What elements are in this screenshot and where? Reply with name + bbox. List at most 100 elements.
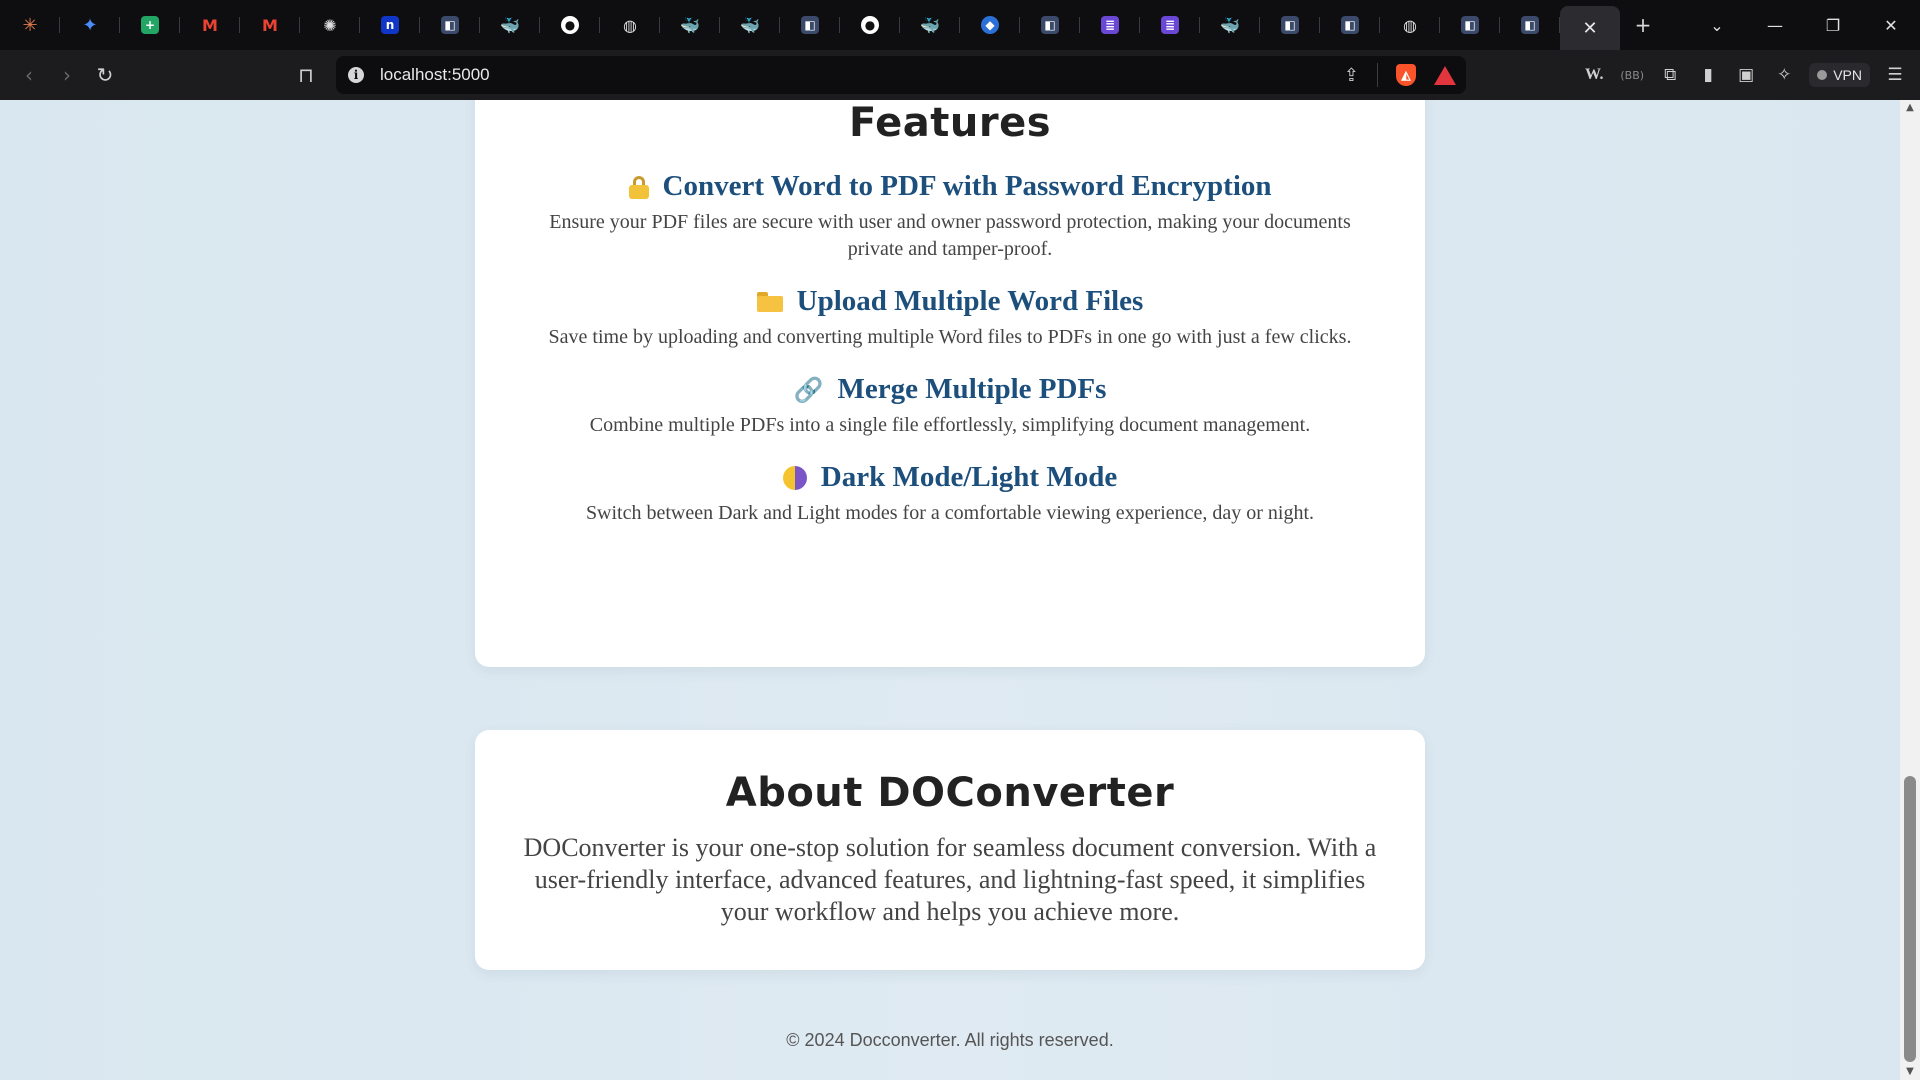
forward-icon[interactable]: ›: [48, 63, 86, 87]
page-icon: ◧: [1281, 16, 1299, 34]
brave-rewards-icon[interactable]: [1434, 65, 1456, 85]
list-icon: ≣: [1101, 16, 1119, 34]
window-controls: ⌄ — ❐ ✕: [1688, 0, 1920, 50]
tab-strip: ✳ ✦ + M M ✺ n ◧ 🐳 ● ◍ 🐳 🐳 ◧ ● 🐳 ◆ ◧ ≣ ≣ 🐳 ◧ ◧ ◍ ◧ ◧ ✕ + ⌄ — ❐ ✕: [0, 0, 1920, 50]
feature-title-text: Merge Multiple PDFs: [837, 373, 1107, 405]
page-icon: ◧: [1461, 16, 1479, 34]
browser-tab[interactable]: ◆: [960, 0, 1020, 50]
extension-bb-icon[interactable]: (BB): [1613, 69, 1651, 82]
menu-icon[interactable]: ☰: [1876, 65, 1914, 85]
browser-tab[interactable]: ◍: [600, 0, 660, 50]
docker-icon: 🐳: [1220, 15, 1240, 35]
extensions-puzzle-icon[interactable]: ⧉: [1651, 65, 1689, 85]
browser-tab[interactable]: ◧: [420, 0, 480, 50]
page-icon: ◧: [1041, 16, 1059, 34]
leo-ai-icon[interactable]: ✧: [1765, 65, 1803, 85]
close-tab-icon[interactable]: ✕: [1582, 18, 1597, 39]
gemini-icon: ✦: [82, 14, 98, 36]
browser-tab-active[interactable]: ✕: [1560, 6, 1620, 50]
vpn-status-dot: [1817, 70, 1828, 80]
browser-tab[interactable]: ◧: [1260, 0, 1320, 50]
new-tab-icon[interactable]: +: [1620, 13, 1666, 37]
tab-list-icon[interactable]: ⌄: [1688, 16, 1746, 35]
gmail-icon: M: [202, 15, 218, 35]
feature-description: Save time by uploading and converting mu…: [548, 326, 1352, 348]
address-bar[interactable]: i localhost:5000 ⇪ ◭: [336, 56, 1466, 94]
divider: [1377, 63, 1378, 87]
feature-description: Ensure your PDF files are secure with us…: [549, 211, 1351, 260]
feature-title: Convert Word to PDF with Password Encryp…: [475, 170, 1425, 203]
browser-tab[interactable]: 🐳: [900, 0, 960, 50]
github-icon: ●: [861, 16, 879, 34]
sidebar-toggle-icon[interactable]: ▮: [1689, 65, 1727, 85]
page-icon: ◧: [441, 16, 459, 34]
vertical-scrollbar[interactable]: ▲ ▼: [1900, 100, 1920, 1080]
browser-tab[interactable]: ◧: [1320, 0, 1380, 50]
about-heading: About DOConverter: [725, 770, 1175, 816]
extension-w-icon[interactable]: W.: [1575, 66, 1613, 84]
site-info-icon[interactable]: i: [348, 67, 364, 83]
reload-icon[interactable]: ↻: [86, 63, 124, 87]
extensions-area: W. (BB) ⧉ ▮ ▣ ✧ VPN ☰: [1575, 50, 1920, 100]
browser-tab[interactable]: 🐳: [660, 0, 720, 50]
github-icon: ●: [561, 16, 579, 34]
footer-copyright: © 2024 Docconverter. All rights reserved…: [786, 1030, 1114, 1050]
globe-icon: ◍: [623, 15, 637, 35]
browser-tab[interactable]: ✦: [60, 0, 120, 50]
feature-title: 🔗 Merge Multiple PDFs: [475, 373, 1425, 406]
docker-icon: 🐳: [500, 15, 520, 35]
page-icon: ◧: [801, 16, 819, 34]
back-icon[interactable]: ‹: [10, 63, 48, 87]
browser-tab[interactable]: ≣: [1080, 0, 1140, 50]
feature-title: Dark Mode/Light Mode: [475, 461, 1425, 494]
bookmark-icon[interactable]: ⊓: [287, 63, 325, 87]
wallet-icon[interactable]: ▣: [1727, 65, 1765, 85]
browser-toolbar: ‹ › ↻ ⊓ i localhost:5000 ⇪ ◭ W. (BB) ⧉ ▮…: [0, 50, 1920, 100]
claude-icon: ✳: [22, 14, 38, 36]
browser-tab[interactable]: 🐳: [720, 0, 780, 50]
wave-icon: ◍: [1403, 15, 1417, 35]
browser-tab[interactable]: ◧: [1440, 0, 1500, 50]
browser-tab[interactable]: ✺: [300, 0, 360, 50]
page-icon: ◧: [1341, 16, 1359, 34]
browser-tab[interactable]: 🐳: [480, 0, 540, 50]
feature-title-text: Convert Word to PDF with Password Encryp…: [662, 170, 1272, 202]
openai-icon: ✺: [323, 15, 337, 35]
browser-tab[interactable]: ✳: [0, 0, 60, 50]
close-window-icon[interactable]: ✕: [1862, 16, 1920, 35]
docker-icon: 🐳: [680, 15, 700, 35]
scrollbar-thumb[interactable]: [1904, 776, 1916, 1062]
about-card: About DOConverter DOConverter is your on…: [475, 730, 1425, 970]
gmail-icon: M: [262, 15, 278, 35]
browser-tab[interactable]: M: [180, 0, 240, 50]
features-card: Features Convert Word to PDF with Passwo…: [475, 100, 1425, 667]
brave-shields-icon[interactable]: ◭: [1396, 64, 1416, 86]
page-viewport: Features Convert Word to PDF with Passwo…: [0, 100, 1900, 1080]
half-moon-icon: [782, 465, 807, 490]
feature-item: Upload Multiple Word Files Save time by …: [475, 285, 1425, 351]
vpn-button[interactable]: VPN: [1809, 63, 1870, 87]
browser-tab[interactable]: M: [240, 0, 300, 50]
feature-description: Combine multiple PDFs into a single file…: [589, 414, 1311, 436]
browser-tab[interactable]: ◍: [1380, 0, 1440, 50]
browser-tab[interactable]: 🐳: [1200, 0, 1260, 50]
restore-icon[interactable]: ❐: [1804, 16, 1862, 35]
feature-item: Dark Mode/Light Mode Switch between Dark…: [475, 461, 1425, 527]
browser-tab[interactable]: ◧: [1500, 0, 1560, 50]
minimize-icon[interactable]: —: [1746, 16, 1804, 35]
browser-tab[interactable]: ≣: [1140, 0, 1200, 50]
share-icon[interactable]: ⇪: [1344, 65, 1359, 86]
url-text[interactable]: localhost:5000: [380, 65, 490, 85]
scroll-up-arrow-icon[interactable]: ▲: [1900, 100, 1920, 116]
browser-tab[interactable]: ●: [540, 0, 600, 50]
list-icon: ≣: [1161, 16, 1179, 34]
folder-icon: [756, 291, 783, 312]
browser-tab[interactable]: ●: [840, 0, 900, 50]
link-icon: 🔗: [793, 375, 824, 404]
browser-tab[interactable]: ◧: [780, 0, 840, 50]
scroll-down-arrow-icon[interactable]: ▼: [1900, 1064, 1920, 1080]
browser-tab[interactable]: ◧: [1020, 0, 1080, 50]
browser-tab[interactable]: n: [360, 0, 420, 50]
browser-tab[interactable]: +: [120, 0, 180, 50]
feature-title-text: Dark Mode/Light Mode: [820, 461, 1118, 493]
